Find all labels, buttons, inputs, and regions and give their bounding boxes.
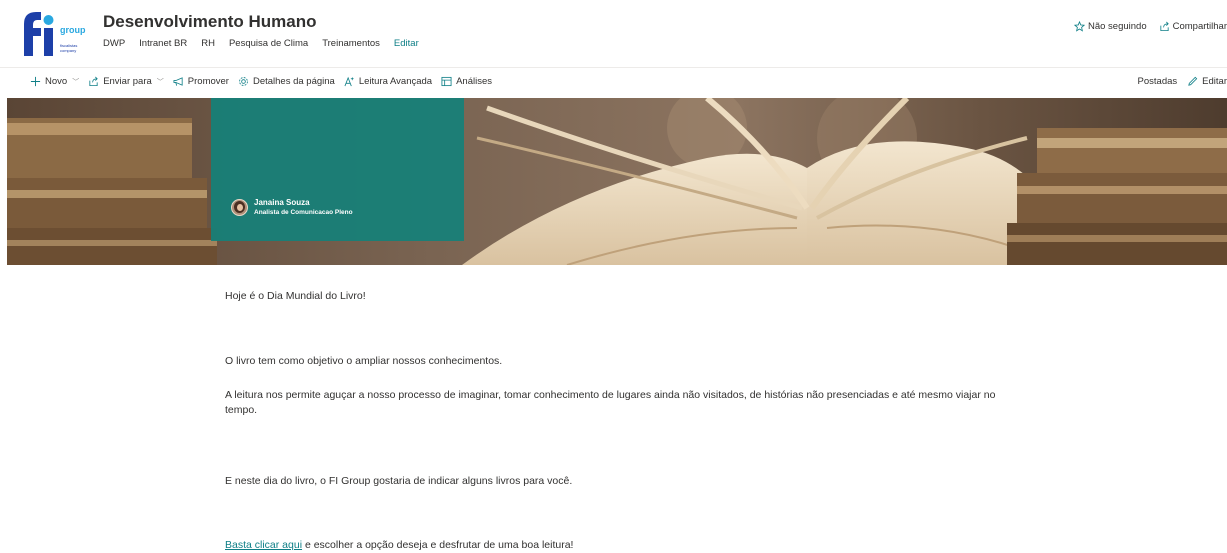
site-title[interactable]: Desenvolvimento Humano bbox=[103, 12, 317, 32]
author-info[interactable]: Janaina Souza Analista de Comunicacao Pl… bbox=[231, 198, 353, 217]
send-to-label: Enviar para bbox=[103, 76, 152, 87]
share-icon bbox=[1160, 21, 1169, 32]
published-label: Postadas bbox=[1137, 76, 1178, 87]
immersive-reader-label: Leitura Avançada bbox=[358, 76, 433, 87]
author-role: Analista de Comunicacao Pleno bbox=[254, 209, 353, 216]
logo-tagline: fiscalistas company bbox=[60, 43, 78, 53]
article-paragraph-5-text: e escolher a opção deseja e desfrutar de… bbox=[302, 539, 574, 551]
site-nav: DWP Intranet BR RH Pesquisa de Clima Tre… bbox=[103, 38, 433, 49]
author-name: Janaina Souza bbox=[254, 198, 310, 207]
star-icon bbox=[1073, 21, 1085, 32]
edit-label: Editar bbox=[1202, 76, 1227, 87]
article-paragraph-5: Basta clicar aqui e escolher a opção des… bbox=[225, 538, 573, 553]
article-paragraph-4: E neste dia do livro, o FI Group gostari… bbox=[225, 475, 573, 487]
gear-icon bbox=[239, 77, 248, 86]
analytics-label: Análises bbox=[456, 76, 493, 87]
pencil-icon bbox=[1188, 76, 1198, 86]
send-to-button[interactable]: Enviar para ﹀ bbox=[88, 76, 164, 87]
author-text: Janaina Souza Analista de Comunicacao Pl… bbox=[254, 198, 353, 217]
avatar bbox=[231, 199, 248, 216]
site-header: group fiscalistas company Desenvolviment… bbox=[0, 0, 1227, 68]
promote-button[interactable]: Promover bbox=[173, 76, 229, 87]
chevron-down-icon: ﹀ bbox=[156, 78, 164, 86]
immersive-reader-icon bbox=[344, 76, 354, 87]
analytics-button[interactable]: Análises bbox=[441, 76, 492, 87]
published-status: Postadas bbox=[1138, 76, 1178, 87]
edit-button[interactable]: Editar bbox=[1187, 76, 1227, 87]
nav-item-rh[interactable]: RH bbox=[201, 38, 215, 49]
logo-group-text: group bbox=[60, 25, 86, 35]
nav-item-pesquisa-de-clima[interactable]: Pesquisa de Clima bbox=[229, 38, 308, 49]
share-label: Compartilhar bbox=[1172, 21, 1227, 32]
open-book-banner-image bbox=[7, 98, 1227, 265]
books-link[interactable]: Basta clicar aqui bbox=[225, 539, 302, 551]
nav-edit-link[interactable]: Editar bbox=[394, 38, 419, 49]
analytics-icon bbox=[441, 76, 452, 87]
page-banner: Janaina Souza Analista de Comunicacao Pl… bbox=[7, 98, 1227, 265]
follow-button[interactable]: Não seguindo bbox=[1073, 21, 1147, 32]
nav-item-treinamentos[interactable]: Treinamentos bbox=[322, 38, 380, 49]
article-paragraph-1: Hoje é o Dia Mundial do Livro! bbox=[225, 290, 366, 302]
site-logo[interactable]: group fiscalistas company bbox=[20, 10, 88, 58]
follow-label: Não seguindo bbox=[1087, 21, 1147, 32]
promote-label: Promover bbox=[187, 76, 229, 87]
chevron-down-icon: ﹀ bbox=[72, 78, 80, 86]
share-button[interactable]: Compartilhar bbox=[1159, 21, 1227, 32]
page-details-label: Detalhes da página bbox=[252, 76, 335, 87]
command-bar: Novo ﹀ Enviar para ﹀ Promover Detalhes d… bbox=[0, 72, 1227, 94]
article-paragraph-2: O livro tem como objetivo o ampliar noss… bbox=[225, 355, 503, 367]
new-button[interactable]: Novo ﹀ bbox=[30, 76, 79, 87]
new-label: Novo bbox=[45, 76, 68, 87]
plus-icon bbox=[30, 76, 41, 87]
nav-item-dwp[interactable]: DWP bbox=[103, 38, 125, 49]
author-panel: Janaina Souza Analista de Comunicacao Pl… bbox=[211, 98, 464, 241]
megaphone-icon bbox=[173, 77, 183, 86]
article-paragraph-3: A leitura nos permite aguçar a nosso pro… bbox=[225, 389, 996, 416]
share-icon bbox=[89, 76, 98, 87]
page-details-button[interactable]: Detalhes da página bbox=[238, 76, 335, 87]
nav-item-intranet-br[interactable]: Intranet BR bbox=[139, 38, 187, 49]
immersive-reader-button[interactable]: Leitura Avançada bbox=[344, 76, 432, 87]
header-actions: Não seguindo Compartilhar bbox=[1062, 21, 1227, 32]
